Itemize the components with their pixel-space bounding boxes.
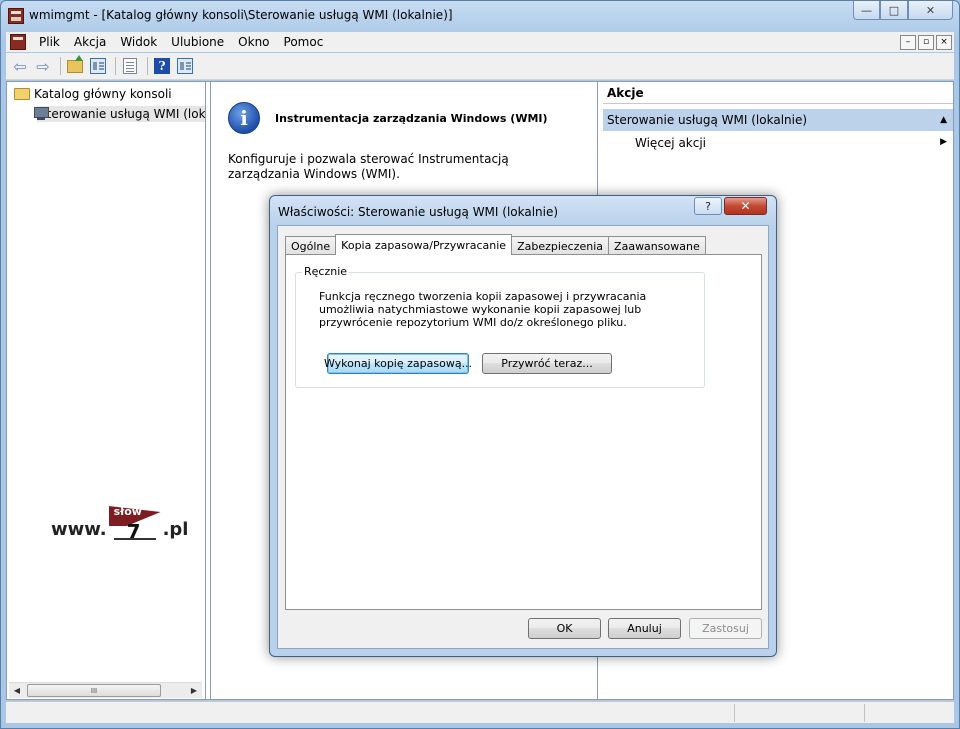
tab-general[interactable]: Ogólne <box>285 236 337 255</box>
maximize-button[interactable]: □ <box>880 1 908 20</box>
cancel-button[interactable]: Anuluj <box>608 618 681 639</box>
logo-mark: słow 7 <box>108 505 161 544</box>
back-button[interactable]: ⇦ <box>10 56 30 76</box>
mdi-controls: – ▫ × <box>900 34 952 50</box>
window-title: wmimgmt - [Katalog główny konsoli\Sterow… <box>29 8 453 22</box>
menu-pomoc[interactable]: Pomoc <box>277 35 331 49</box>
logo-suffix: .pl <box>162 519 189 540</box>
dialog-body: Ogólne Kopia zapasowa/Przywracanie Zabez… <box>277 225 769 649</box>
menu-plik[interactable]: Plik <box>32 35 67 49</box>
action-pane-icon <box>177 58 193 74</box>
help-icon: ? <box>154 58 170 74</box>
scroll-thumb[interactable]: III <box>27 684 161 697</box>
menu-ulubione[interactable]: Ulubione <box>164 35 231 49</box>
logo-flag-text: słow <box>113 505 142 518</box>
forward-button[interactable]: ⇨ <box>33 56 53 76</box>
mdi-close-button[interactable]: × <box>936 34 952 50</box>
toolbar-separator <box>60 57 61 75</box>
actions-header: Akcje <box>603 86 953 104</box>
menu-akcja[interactable]: Akcja <box>67 35 113 49</box>
groupbox-label: Ręcznie <box>302 265 350 278</box>
status-bar <box>6 701 954 723</box>
folder-icon <box>14 88 30 100</box>
forward-arrow-icon: ⇨ <box>36 56 50 76</box>
properties-button[interactable] <box>120 56 140 76</box>
tree-item-label: Katalog główny konsoli <box>34 87 172 101</box>
collapse-icon[interactable]: ▲ <box>940 115 947 125</box>
info-icon: i <box>228 102 260 134</box>
scroll-left-icon[interactable]: ◀ <box>9 686 25 695</box>
tree-item-wmi-control[interactable]: Sterowanie usługą WMI (lokalnie) <box>33 106 205 122</box>
snapin-title: Instrumentacja zarządzania Windows (WMI) <box>275 112 548 125</box>
folder-up-icon <box>67 54 83 73</box>
actions-section-wmi[interactable]: Sterowanie usługą WMI (lokalnie) ▲ <box>603 109 953 131</box>
ok-button[interactable]: OK <box>528 618 601 639</box>
minimize-button[interactable]: — <box>853 1 880 20</box>
snapin-description: Konfiguruje i pozwala sterować Instrumen… <box>228 152 509 181</box>
mdi-minimize-button[interactable]: – <box>900 34 916 50</box>
menu-bar: Plik Akcja Widok Ulubione Okno Pomoc – ▫… <box>6 32 954 52</box>
status-cell <box>734 704 864 722</box>
toolbar-separator <box>147 57 148 75</box>
scroll-right-icon[interactable]: ▶ <box>186 686 202 695</box>
menu-widok[interactable]: Widok <box>113 35 164 49</box>
toolbar: ⇦ ⇨ ? <box>6 53 954 80</box>
tab-panel-backup-restore: Ręcznie Funkcja ręcznego tworzenia kopii… <box>285 254 762 610</box>
more-actions-link[interactable]: Więcej akcji <box>635 136 706 150</box>
manual-groupbox: Ręcznie Funkcja ręcznego tworzenia kopii… <box>295 265 705 388</box>
tree-item-label: Sterowanie usługą WMI (lokalnie) <box>37 106 205 122</box>
tab-backup-restore[interactable]: Kopia zapasowa/Przywracanie <box>335 234 513 255</box>
show-action-pane-button[interactable] <box>175 56 195 76</box>
title-bar[interactable]: wmimgmt - [Katalog główny konsoli\Sterow… <box>1 1 959 31</box>
console-tree-icon <box>90 58 106 74</box>
mdi-restore-button[interactable]: ▫ <box>918 34 934 50</box>
toolbar-separator <box>115 57 116 75</box>
tab-security[interactable]: Zabezpieczenia <box>511 236 610 255</box>
console-tree-pane: Katalog główny konsoli Sterowanie usługą… <box>7 82 206 699</box>
tree-item-root[interactable]: Katalog główny konsoli <box>14 87 172 101</box>
logo-prefix: www. <box>51 519 107 540</box>
logo-number: 7 <box>126 520 141 544</box>
backup-now-button[interactable]: Wykonaj kopię zapasową... <box>324 353 472 374</box>
tab-advanced[interactable]: Zaawansowane <box>608 236 706 255</box>
help-button[interactable]: ? <box>152 56 172 76</box>
dialog-title: Właściwości: Sterowanie usługą WMI (loka… <box>278 205 559 219</box>
close-button[interactable]: ✕ <box>908 1 953 20</box>
properties-dialog: Właściwości: Sterowanie usługą WMI (loka… <box>269 195 777 657</box>
system-menu-icon[interactable] <box>10 34 26 50</box>
slow7-logo: www. słow 7 .pl <box>51 505 189 544</box>
up-one-level-button[interactable] <box>65 54 85 76</box>
back-arrow-icon: ⇦ <box>13 56 27 76</box>
dialog-help-button[interactable]: ? <box>694 197 722 215</box>
status-cell <box>864 704 952 722</box>
actions-section-label: Sterowanie usługą WMI (lokalnie) <box>607 113 808 127</box>
logo-underline <box>113 538 156 540</box>
tree-horizontal-scrollbar[interactable]: ◀ III ▶ <box>9 682 202 698</box>
properties-icon <box>123 58 137 74</box>
submenu-arrow-icon: ▶ <box>940 137 947 147</box>
tab-strip: Ogólne Kopia zapasowa/Przywracanie Zabez… <box>285 234 706 255</box>
groupbox-description: Funkcja ręcznego tworzenia kopii zapasow… <box>319 290 647 329</box>
dialog-close-button[interactable]: ✕ <box>724 197 767 215</box>
apply-button[interactable]: Zastosuj <box>689 618 762 639</box>
app-icon <box>8 8 24 24</box>
caption-buttons: — □ ✕ <box>853 1 953 21</box>
show-hide-tree-button[interactable] <box>88 56 108 76</box>
restore-now-button[interactable]: Przywróć teraz... <box>482 353 612 374</box>
menu-okno[interactable]: Okno <box>231 35 276 49</box>
